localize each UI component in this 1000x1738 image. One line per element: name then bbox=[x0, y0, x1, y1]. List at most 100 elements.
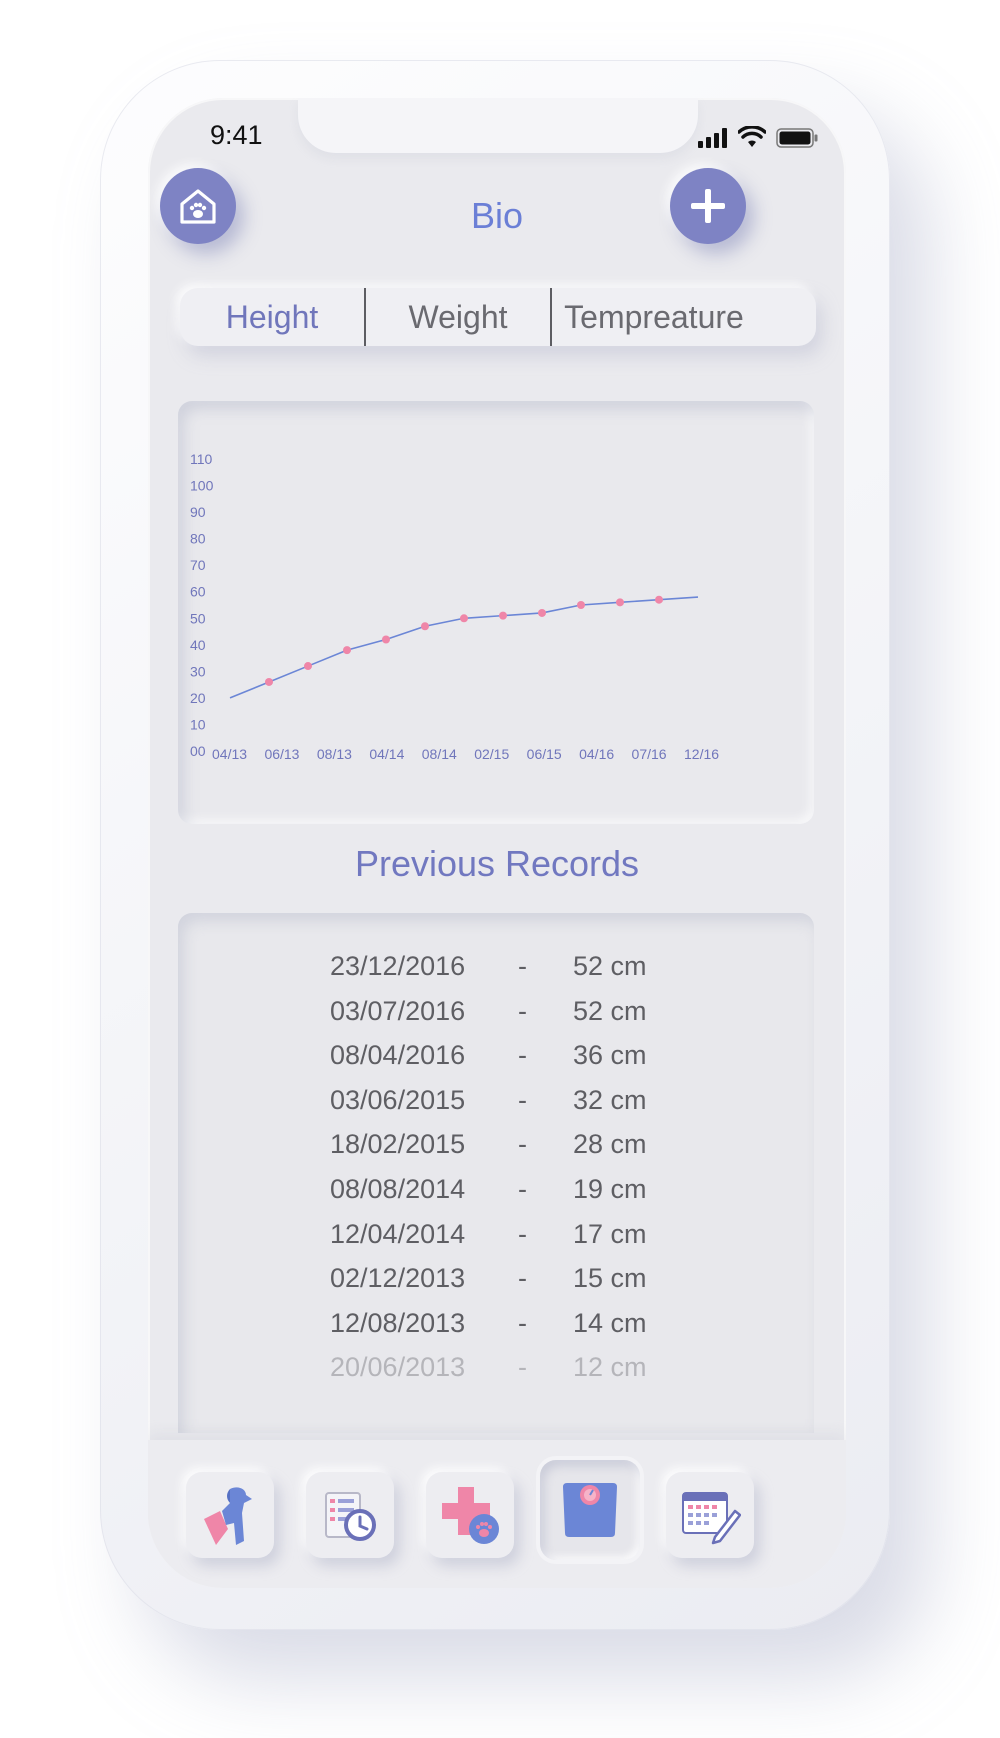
record-value: 14 cm bbox=[573, 1307, 647, 1338]
record-value: 17 cm bbox=[573, 1218, 647, 1249]
x-tick-label: 12/16 bbox=[684, 746, 719, 762]
y-tick-label: 90 bbox=[190, 504, 206, 520]
app-screen: 9:41 Bio Height Weight Tempreature 00 10… bbox=[148, 98, 846, 1588]
x-tick-label: 04/13 bbox=[212, 746, 247, 762]
medical-cross-paw-icon bbox=[442, 1487, 499, 1544]
data-point[interactable] bbox=[577, 601, 585, 609]
record-date: 12/04/2014 bbox=[330, 1218, 466, 1249]
record-date: 03/07/2016 bbox=[330, 995, 466, 1026]
nav-history[interactable] bbox=[306, 1472, 394, 1558]
data-point[interactable] bbox=[382, 635, 390, 644]
height-series-line bbox=[229, 596, 699, 699]
data-point[interactable] bbox=[421, 622, 429, 631]
record-value: 12 cm bbox=[573, 1352, 647, 1383]
data-point[interactable] bbox=[538, 608, 546, 617]
height-chart-card: 00 10 20 30 40 50 60 70 80 90 100 110 04/13 06/13 08/1… bbox=[178, 401, 814, 824]
data-point[interactable] bbox=[460, 614, 468, 623]
battery-icon bbox=[776, 128, 818, 148]
y-tick-label: 50 bbox=[190, 610, 206, 626]
record-value: 52 cm bbox=[573, 995, 647, 1026]
record-row[interactable]: 02/12/2013 - 15 cm bbox=[178, 1263, 814, 1307]
record-row[interactable]: 03/06/2015 - 32 cm bbox=[178, 1085, 814, 1129]
record-separator: - bbox=[518, 1129, 527, 1160]
record-value: 32 cm bbox=[573, 1084, 647, 1115]
history-list-icon bbox=[325, 1492, 376, 1541]
signal-icon bbox=[698, 128, 727, 148]
y-tick-label: 40 bbox=[190, 637, 206, 653]
record-separator: - bbox=[518, 1174, 527, 1204]
tab-height[interactable]: Height bbox=[180, 288, 364, 346]
data-point[interactable] bbox=[616, 598, 624, 607]
record-separator: - bbox=[518, 951, 527, 981]
record-row[interactable]: 03/07/2016 - 52 cm bbox=[178, 996, 814, 1040]
record-date: 18/02/2015 bbox=[330, 1129, 466, 1160]
x-tick-label: 02/15 bbox=[474, 746, 509, 762]
wifi-icon bbox=[738, 126, 766, 147]
record-date: 23/12/2016 bbox=[330, 951, 466, 981]
y-tick-label: 10 bbox=[190, 716, 206, 732]
record-row[interactable]: 08/04/2016 - 36 cm bbox=[178, 1040, 814, 1084]
metric-tabs: Height Weight Tempreature bbox=[180, 288, 816, 346]
calendar-edit-icon bbox=[682, 1492, 741, 1545]
record-separator: - bbox=[518, 995, 527, 1026]
notch bbox=[298, 98, 698, 153]
y-tick-label: 30 bbox=[190, 663, 206, 679]
y-tick-label: 20 bbox=[190, 690, 206, 706]
record-row[interactable]: 23/12/2016 - 52 cm bbox=[178, 951, 814, 995]
y-tick-label: 110 bbox=[190, 451, 213, 467]
nav-medical[interactable] bbox=[426, 1472, 514, 1558]
status-time: 9:41 bbox=[210, 120, 263, 150]
x-tick-label: 07/16 bbox=[632, 746, 667, 762]
record-row[interactable]: 20/06/2013 - 12 cm bbox=[178, 1352, 814, 1396]
record-date: 08/08/2014 bbox=[330, 1174, 466, 1204]
dog-profile-icon bbox=[204, 1487, 252, 1545]
record-row[interactable]: 12/08/2013 - 14 cm bbox=[178, 1308, 814, 1352]
data-point[interactable] bbox=[304, 662, 312, 671]
records-list: 23/12/2016 - 52 cm 03/07/2016 - 52 cm 08/04/20… bbox=[178, 913, 814, 1433]
record-separator: - bbox=[518, 1084, 527, 1115]
y-tick-label: 80 bbox=[190, 531, 206, 547]
data-point[interactable] bbox=[343, 646, 351, 655]
x-tick-label: 06/13 bbox=[264, 746, 299, 762]
x-tick-label: 06/15 bbox=[527, 746, 562, 762]
record-date: 20/06/2013 bbox=[330, 1352, 466, 1383]
y-tick-label: 00 bbox=[190, 743, 206, 759]
x-tick-label: 04/16 bbox=[579, 746, 614, 762]
plus-icon bbox=[691, 189, 725, 223]
x-tick-label: 08/14 bbox=[422, 746, 457, 762]
record-separator: - bbox=[518, 1263, 527, 1294]
record-row[interactable]: 08/08/2014 - 19 cm bbox=[178, 1174, 814, 1218]
record-date: 03/06/2015 bbox=[330, 1084, 466, 1115]
record-row[interactable]: 12/04/2014 - 17 cm bbox=[178, 1219, 814, 1263]
data-point[interactable] bbox=[265, 677, 273, 686]
record-separator: - bbox=[518, 1307, 527, 1338]
nav-weight-scale[interactable] bbox=[540, 1460, 640, 1560]
record-value: 19 cm bbox=[573, 1174, 647, 1204]
y-tick-label: 100 bbox=[190, 478, 214, 494]
nav-calendar[interactable] bbox=[666, 1472, 754, 1558]
y-tick-label: 60 bbox=[190, 584, 206, 600]
record-row[interactable]: 18/02/2015 - 28 cm bbox=[178, 1129, 814, 1173]
record-date: 02/12/2013 bbox=[330, 1263, 466, 1294]
add-button[interactable] bbox=[670, 168, 746, 244]
record-separator: - bbox=[518, 1352, 527, 1383]
tab-weight[interactable]: Weight bbox=[366, 288, 550, 346]
height-chart: 00 10 20 30 40 50 60 70 80 90 100 110 04/13 06/13 08/1… bbox=[190, 451, 719, 762]
status-icons bbox=[698, 126, 818, 148]
record-value: 52 cm bbox=[573, 951, 647, 981]
y-tick-label: 70 bbox=[190, 557, 206, 573]
x-tick-label: 04/14 bbox=[369, 746, 404, 762]
record-separator: - bbox=[518, 1218, 527, 1249]
bottom-nav bbox=[148, 1440, 846, 1588]
record-value: 28 cm bbox=[573, 1129, 647, 1160]
record-separator: - bbox=[518, 1040, 527, 1071]
x-tick-label: 08/13 bbox=[317, 746, 352, 762]
data-point[interactable] bbox=[499, 611, 507, 620]
record-date: 12/08/2013 bbox=[330, 1307, 466, 1338]
tab-temperature[interactable]: Tempreature bbox=[552, 288, 756, 346]
records-title: Previous Records bbox=[354, 843, 640, 884]
record-value: 36 cm bbox=[573, 1040, 647, 1071]
data-point[interactable] bbox=[655, 595, 663, 604]
weight-scale-icon bbox=[563, 1483, 617, 1537]
nav-pet-profile[interactable] bbox=[186, 1472, 274, 1558]
